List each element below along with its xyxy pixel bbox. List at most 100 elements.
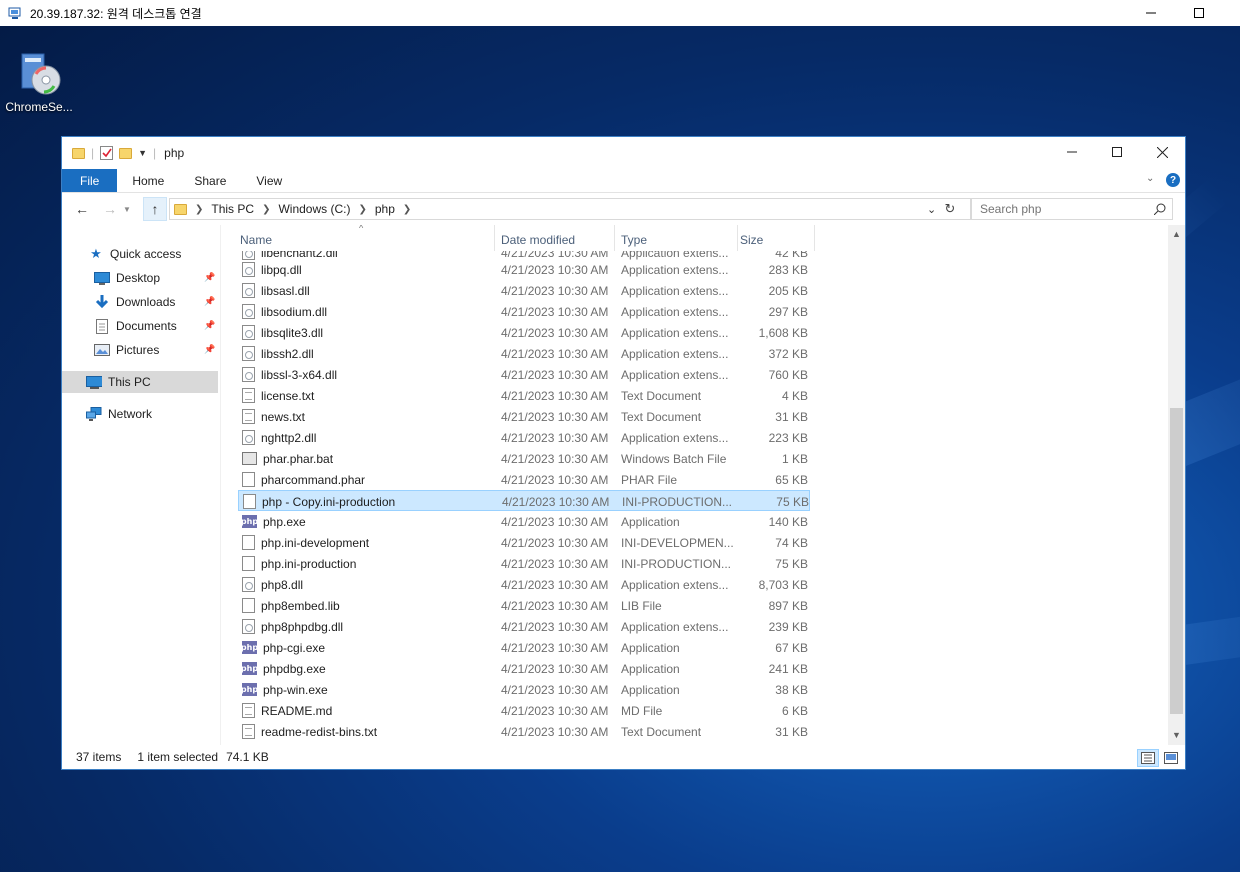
window-title-bar: | ▼ | php	[62, 137, 1185, 169]
file-type: Application extens...	[621, 367, 729, 382]
search-icon	[1154, 203, 1166, 215]
details-view-icon	[1141, 752, 1155, 764]
desktop-shortcut[interactable]: ChromeSe...	[4, 48, 74, 114]
pin-icon[interactable]: 📌	[204, 344, 215, 355]
table-row[interactable]: libssl-3-x64.dll 4/21/2023 10:30 AM Applic…	[238, 364, 810, 385]
tab-file[interactable]: File	[62, 169, 118, 192]
table-row[interactable]: libpq.dll 4/21/2023 10:30 AM Application e…	[238, 259, 810, 280]
table-row[interactable]: libsqlite3.dll 4/21/2023 10:30 AM Applicat…	[238, 322, 810, 343]
breadcrumb-php[interactable]: php	[375, 202, 395, 216]
breadcrumb-separator-icon[interactable]: ❯	[403, 204, 411, 215]
file-size: 205 KB	[768, 283, 808, 298]
nav-quick-access[interactable]: ★ Quick access	[88, 243, 181, 265]
file-date: 4/21/2023 10:30 AM	[501, 577, 609, 592]
refresh-button[interactable]: ↻	[941, 198, 959, 220]
nav-pictures[interactable]: Pictures	[94, 339, 159, 361]
file-date: 4/21/2023 10:30 AM	[502, 494, 610, 509]
scrollbar-thumb[interactable]	[1170, 408, 1183, 714]
large-icons-view-button[interactable]	[1160, 749, 1182, 767]
table-row[interactable]: license.txt 4/21/2023 10:30 AM Text Docume…	[238, 385, 810, 406]
nav-network[interactable]: Network	[86, 403, 152, 425]
file-size: 4 KB	[781, 388, 808, 403]
table-row[interactable]: php.ini-development 4/21/2023 10:30 AM INI…	[238, 532, 810, 553]
rdp-minimize-button[interactable]	[1128, 0, 1174, 26]
forward-button[interactable]: →	[98, 197, 122, 221]
tab-share[interactable]: Share	[179, 169, 241, 192]
address-bar[interactable]: ❯ This PC ❯ Windows (C:) ❯ php ❯ ⌄	[169, 198, 971, 220]
file-date: 4/21/2023 10:30 AM	[501, 703, 609, 718]
file-date: 4/21/2023 10:30 AM	[501, 283, 609, 298]
blank-file-icon	[242, 556, 255, 571]
tab-home[interactable]: Home	[117, 169, 179, 192]
scroll-down-arrow-icon[interactable]: ▼	[1172, 730, 1181, 740]
new-folder-icon[interactable]	[119, 147, 133, 159]
navigation-pane: ★ Quick access Desktop 📌 Downloads 📌 Doc…	[62, 225, 220, 745]
breadcrumb-windows-c[interactable]: Windows (C:)	[278, 202, 350, 216]
pin-icon[interactable]: 📌	[204, 272, 215, 283]
maximize-button[interactable]	[1094, 137, 1140, 167]
expand-ribbon-chevron-icon[interactable]: ⌄	[1146, 173, 1154, 184]
help-icon[interactable]: ?	[1166, 173, 1180, 187]
tab-view[interactable]: View	[241, 169, 297, 192]
table-row[interactable]: libsodium.dll 4/21/2023 10:30 AM Applicati…	[238, 301, 810, 322]
ribbon-tabs: File Home Share View ⌄ ?	[62, 169, 1185, 193]
back-button[interactable]: ←	[70, 197, 94, 221]
file-date: 4/21/2023 10:30 AM	[501, 388, 609, 403]
table-row[interactable]: libssh2.dll 4/21/2023 10:30 AM Application…	[238, 343, 810, 364]
column-header-size[interactable]: Size	[738, 225, 815, 251]
up-button[interactable]: ↑	[143, 197, 167, 221]
table-row[interactable]: php php.exe 4/21/2023 10:30 AM Application 1…	[238, 511, 810, 532]
nav-downloads[interactable]: Downloads	[94, 291, 175, 313]
breadcrumb-separator-icon[interactable]: ❯	[358, 204, 366, 215]
table-row[interactable]: readme-redist-bins.txt 4/21/2023 10:30 AM…	[238, 721, 810, 742]
table-row[interactable]: phar.phar.bat 4/21/2023 10:30 AM Windows B…	[238, 448, 810, 469]
search-box[interactable]	[971, 198, 1173, 220]
file-date: 4/21/2023 10:30 AM	[501, 346, 609, 361]
breadcrumb-this-pc[interactable]: This PC	[211, 202, 254, 216]
breadcrumb-separator-icon[interactable]: ❯	[262, 204, 270, 215]
file-date: 4/21/2023 10:30 AM	[501, 682, 609, 697]
search-input[interactable]	[972, 202, 1142, 216]
table-row[interactable]: php.ini-production 4/21/2023 10:30 AM INI-…	[238, 553, 810, 574]
blank-file-icon	[242, 472, 255, 487]
scroll-up-arrow-icon[interactable]: ▲	[1172, 229, 1181, 239]
table-row[interactable]: nghttp2.dll 4/21/2023 10:30 AM Application…	[238, 427, 810, 448]
table-row[interactable]: php - Copy.ini-production 4/21/2023 10:30…	[238, 490, 810, 511]
table-row[interactable]: php8.dll 4/21/2023 10:30 AM Application ex…	[238, 574, 810, 595]
pane-divider[interactable]	[220, 225, 221, 745]
nav-documents[interactable]: Documents	[94, 315, 177, 337]
file-date: 4/21/2023 10:30 AM	[501, 535, 609, 550]
nav-desktop[interactable]: Desktop	[94, 267, 160, 289]
table-row[interactable]: php php-win.exe 4/21/2023 10:30 AM Applicat…	[238, 679, 810, 700]
close-button[interactable]	[1139, 137, 1185, 167]
nav-this-pc[interactable]: This PC	[62, 371, 218, 393]
pin-icon[interactable]: 📌	[204, 320, 215, 331]
table-row[interactable]: php8phpdbg.dll 4/21/2023 10:30 AM Applicat…	[238, 616, 810, 637]
customize-toolbar-chevron-icon[interactable]: ▼	[138, 148, 147, 158]
nav-label: Downloads	[116, 295, 176, 309]
file-type: Application extens...	[621, 262, 729, 277]
computer-icon	[86, 375, 102, 389]
column-header-date[interactable]: Date modified	[495, 225, 615, 251]
details-view-button[interactable]	[1137, 749, 1159, 767]
table-row[interactable]: README.md 4/21/2023 10:30 AM MD File 6 KB	[238, 700, 810, 721]
column-header-type[interactable]: Type	[615, 225, 738, 251]
vertical-scrollbar[interactable]: ▲ ▼	[1168, 225, 1185, 745]
minimize-button[interactable]	[1049, 137, 1095, 167]
table-row[interactable]: libsasl.dll 4/21/2023 10:30 AM Application…	[238, 280, 810, 301]
table-row[interactable]: php phpdbg.exe 4/21/2023 10:30 AM Applicati…	[238, 658, 810, 679]
file-size: 241 KB	[768, 661, 808, 676]
table-row[interactable]: pharcommand.phar 4/21/2023 10:30 AM PHAR F…	[238, 469, 810, 490]
column-header-name[interactable]: Name	[238, 225, 495, 251]
rdp-maximize-button[interactable]	[1176, 0, 1222, 26]
properties-icon[interactable]	[100, 146, 114, 160]
address-history-chevron-icon[interactable]: ⌄	[927, 203, 936, 216]
table-row[interactable]: php php-cgi.exe 4/21/2023 10:30 AM Applicat…	[238, 637, 810, 658]
table-row[interactable]: php8embed.lib 4/21/2023 10:30 AM LIB File 8…	[238, 595, 810, 616]
file-size: 8,703 KB	[758, 577, 808, 592]
file-date: 4/21/2023 10:30 AM	[501, 556, 609, 571]
pin-icon[interactable]: 📌	[204, 296, 215, 307]
dll-file-icon	[242, 346, 255, 361]
recent-locations-chevron-icon[interactable]: ▼	[120, 197, 134, 221]
table-row[interactable]: news.txt 4/21/2023 10:30 AM Text Document 3…	[238, 406, 810, 427]
